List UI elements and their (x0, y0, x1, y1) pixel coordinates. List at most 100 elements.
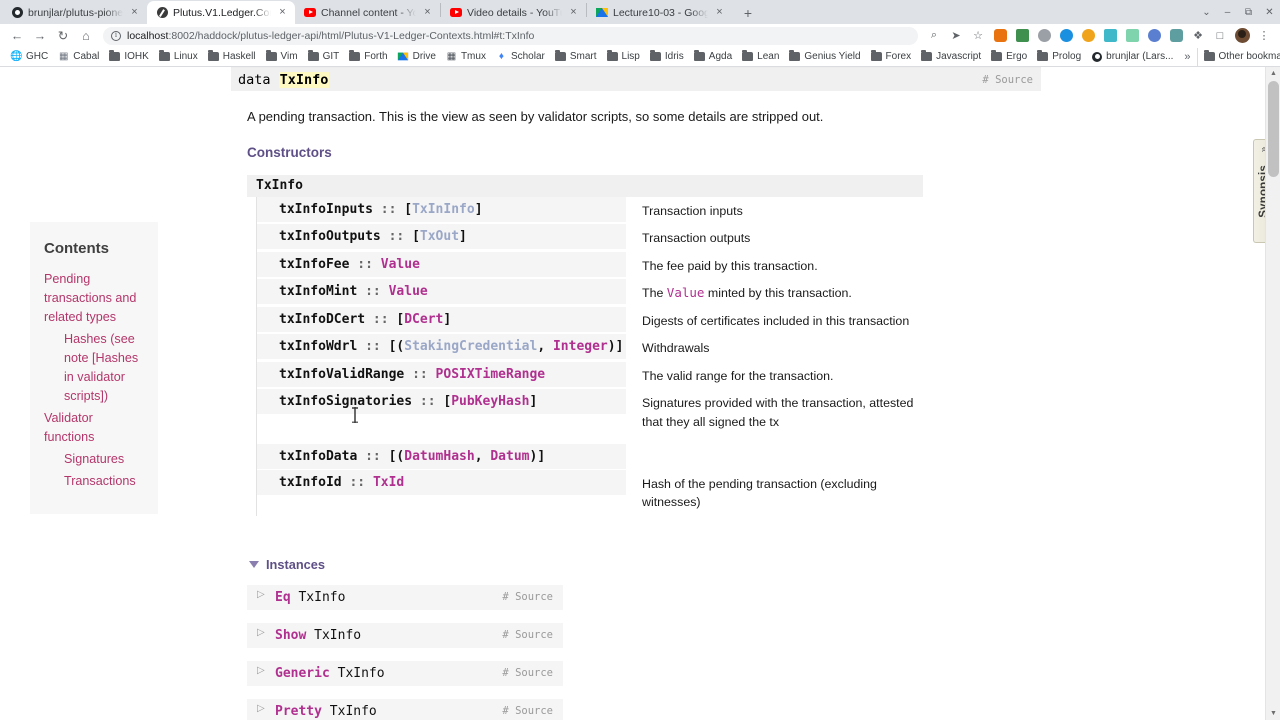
bookmark-lisp[interactable]: Lisp (602, 48, 645, 66)
bookmark-javascript[interactable]: Javascript (916, 48, 986, 66)
tab-close-button[interactable]: × (276, 6, 289, 19)
extension-green-icon[interactable] (1012, 26, 1032, 46)
instance-class-link[interactable]: Show (275, 628, 306, 643)
extension-teal-icon[interactable] (1100, 26, 1120, 46)
extension-fox-icon[interactable] (990, 26, 1010, 46)
list-item[interactable]: Eq TxInfo # Source (247, 585, 563, 610)
zoom-icon[interactable]: ⌕ (924, 26, 944, 46)
bookmark-ergo[interactable]: Ergo (986, 48, 1032, 66)
reload-button[interactable]: ↻ (52, 26, 74, 46)
source-link[interactable]: # Source (502, 667, 553, 679)
field-type-link[interactable]: POSIXTimeRange (436, 367, 546, 382)
minimize-button[interactable]: – (1217, 1, 1238, 23)
field-type-link[interactable]: PubKeyHash (451, 394, 529, 409)
bookmark-star-icon[interactable]: ☆ (968, 26, 988, 46)
bookmark-genius-yield[interactable]: Genius Yield (784, 48, 865, 66)
extension-multi-icon[interactable] (1166, 26, 1186, 46)
address-bar[interactable]: localhost:8002/haddock/plutus-ledger-api… (103, 27, 918, 45)
scroll-down-arrow-icon[interactable]: ▼ (1266, 707, 1280, 720)
extension-gray-icon[interactable] (1034, 26, 1054, 46)
instance-class-link[interactable]: Eq (275, 590, 291, 605)
bookmark-agda[interactable]: Agda (689, 48, 737, 66)
extension-mint-icon[interactable] (1122, 26, 1142, 46)
bookmark-idris[interactable]: Idris (645, 48, 689, 66)
collapse-triangle-icon[interactable] (249, 561, 259, 568)
chrome-menu-icon[interactable]: ⋮ (1254, 26, 1274, 46)
bookmark-drive[interactable]: Drive (393, 48, 441, 66)
field-type-link[interactable]: Value (381, 257, 420, 272)
tab-close-button[interactable]: × (567, 6, 580, 19)
scroll-up-arrow-icon[interactable]: ▲ (1266, 67, 1280, 80)
close-window-button[interactable]: ✕ (1259, 1, 1280, 23)
field-type-link[interactable]: DCert (404, 312, 443, 327)
bookmark-lean[interactable]: Lean (737, 48, 784, 66)
bookmark-iohk[interactable]: IOHK (104, 48, 153, 66)
field-type-link[interactable]: TxId (373, 475, 404, 490)
expand-triangle-icon[interactable] (257, 669, 264, 677)
tab-close-button[interactable]: × (421, 6, 434, 19)
instance-class-link[interactable]: Pretty (275, 704, 322, 719)
toc-item-validator-functions[interactable]: Validator functions (44, 409, 144, 447)
new-tab-button[interactable]: + (736, 2, 760, 24)
bookmark-scholar[interactable]: ♦Scholar (491, 48, 550, 66)
back-button[interactable]: ← (6, 26, 28, 46)
list-item[interactable]: Pretty TxInfo # Source (247, 699, 563, 720)
bookmark-forex[interactable]: Forex (866, 48, 917, 66)
expand-triangle-icon[interactable] (257, 631, 264, 639)
browser-tab-1-active[interactable]: Plutus.V1.Ledger.Contexts × (147, 1, 295, 24)
toc-item-signatures[interactable]: Signatures (44, 450, 144, 469)
tab-close-button[interactable]: × (128, 6, 141, 19)
source-link[interactable]: # Source (982, 74, 1033, 86)
bookmark-brunjlar[interactable]: brunjlar (Lars... (1086, 48, 1178, 66)
source-link[interactable]: # Source (502, 629, 553, 641)
tab-close-button[interactable]: × (713, 6, 726, 19)
bookmark-cabal[interactable]: ▦Cabal (53, 48, 104, 66)
expand-triangle-icon[interactable] (257, 593, 264, 601)
list-item[interactable]: Generic TxInfo # Source (247, 661, 563, 686)
source-link[interactable]: # Source (502, 705, 553, 717)
bookmark-haskell[interactable]: Haskell (203, 48, 261, 66)
bookmark-vim[interactable]: Vim (261, 48, 303, 66)
source-link[interactable]: # Source (502, 591, 553, 603)
bookmark-smart[interactable]: Smart (550, 48, 602, 66)
bookmark-prolog[interactable]: Prolog (1032, 48, 1086, 66)
list-item[interactable]: Show TxInfo # Source (247, 623, 563, 648)
send-icon[interactable]: ➤ (946, 26, 966, 46)
site-info-icon[interactable] (111, 31, 121, 41)
sidepanel-icon[interactable]: □ (1210, 26, 1230, 46)
bookmark-ghc[interactable]: 🌐GHC (6, 48, 53, 66)
home-button[interactable]: ⌂ (75, 26, 97, 46)
maximize-button[interactable]: ⧉ (1238, 1, 1259, 23)
field-type-link[interactable]: Value (389, 284, 428, 299)
vertical-scrollbar[interactable]: ▲ ▼ (1265, 67, 1280, 720)
toc-item-hashes[interactable]: Hashes (see note [Hashes in validator sc… (44, 330, 144, 406)
scrollbar-thumb[interactable] (1268, 81, 1279, 177)
instance-class-link[interactable]: Generic (275, 666, 330, 681)
toc-item-transactions[interactable]: Transactions (44, 472, 144, 491)
tab-list-chevron-icon[interactable]: ⌄ (1196, 1, 1217, 23)
inline-type-link[interactable]: Value (667, 285, 705, 300)
bookmark-tmux[interactable]: ▦Tmux (441, 48, 491, 66)
browser-tab-0[interactable]: brunjlar/plutus-pioneer-p × (2, 1, 147, 24)
profile-avatar[interactable] (1232, 26, 1252, 46)
bookmark-forth[interactable]: Forth (344, 48, 392, 66)
extension-blue-icon[interactable] (1056, 26, 1076, 46)
field-type-link[interactable]: TxInInfo (412, 202, 475, 217)
field-type-link[interactable]: DatumHash (404, 449, 474, 464)
extension-orange-icon[interactable] (1078, 26, 1098, 46)
field-type-link[interactable]: TxOut (420, 229, 459, 244)
bookmarks-overflow-button[interactable]: » (1178, 51, 1196, 63)
forward-button[interactable]: → (29, 26, 51, 46)
bookmark-linux[interactable]: Linux (154, 48, 203, 66)
toc-item-pending-transactions[interactable]: Pending transactions and related types (44, 270, 144, 327)
instances-heading[interactable]: Instances (249, 557, 1041, 572)
extensions-puzzle-icon[interactable]: ❖ (1188, 26, 1208, 46)
bookmark-git[interactable]: GIT (303, 48, 345, 66)
field-type-link[interactable]: StakingCredential (404, 339, 537, 354)
browser-tab-2[interactable]: Channel content - YouTub × (295, 1, 440, 24)
expand-triangle-icon[interactable] (257, 707, 264, 715)
browser-tab-3[interactable]: Video details - YouTube S × (441, 1, 586, 24)
field-type-link[interactable]: Datum (490, 449, 529, 464)
extension-moon-icon[interactable] (1144, 26, 1164, 46)
other-bookmarks-button[interactable]: Other bookmarks (1197, 48, 1280, 66)
